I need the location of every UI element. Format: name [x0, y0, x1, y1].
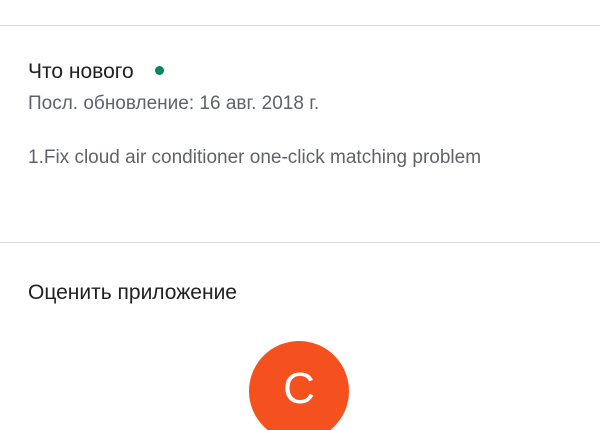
section-divider	[0, 242, 600, 243]
new-indicator-dot	[154, 65, 164, 75]
whats-new-header: Что нового	[28, 58, 578, 86]
whats-new-section[interactable]: Что нового Посл. обновление: 16 авг. 201…	[28, 58, 578, 177]
rate-app-title: Оценить приложение	[28, 281, 237, 304]
avatar-letter: C	[283, 364, 315, 413]
user-avatar: C	[249, 341, 349, 430]
release-notes: 1.Fix cloud air conditioner one-click ma…	[28, 147, 482, 168]
top-divider	[0, 25, 600, 26]
whats-new-title: Что нового	[28, 60, 134, 83]
last-updated-text: Посл. обновление: 16 авг. 2018 г.	[28, 93, 320, 114]
app-details-screen: Что нового Посл. обновление: 16 авг. 201…	[0, 0, 600, 430]
